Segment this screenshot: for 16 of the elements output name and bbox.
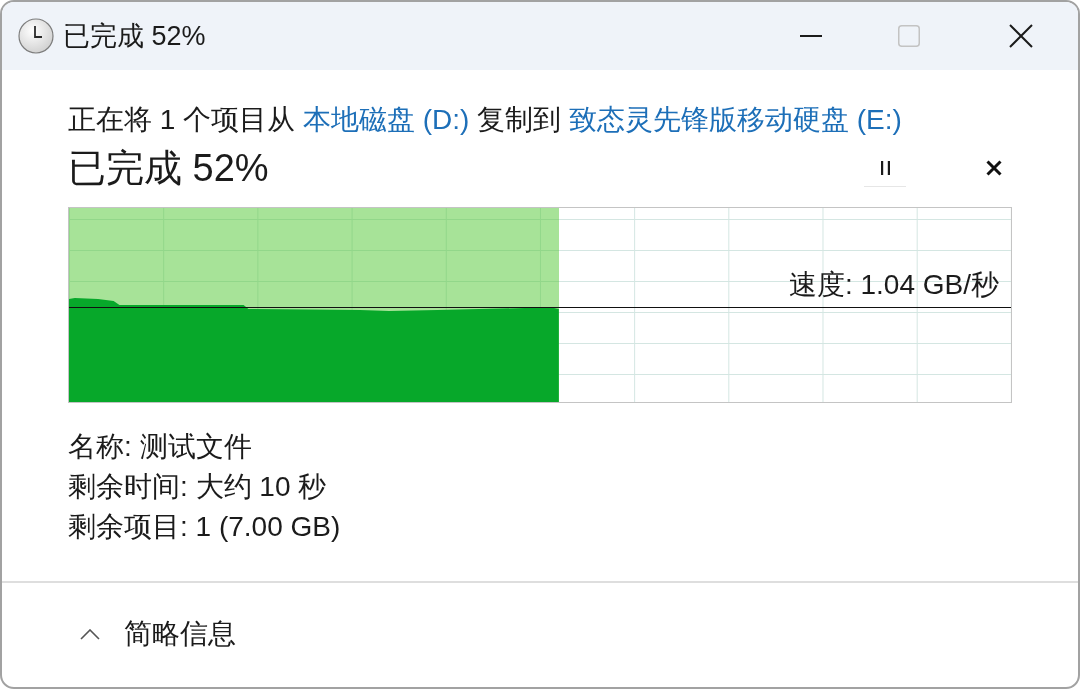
progress-title: 已完成 52% xyxy=(68,146,270,190)
detail-text: 剩余项目: 1 (7.00 GB) xyxy=(68,510,342,544)
pause-icon xyxy=(880,160,890,175)
drive-link[interactable]: 本地磁盘 (D:) xyxy=(302,104,470,135)
detail-text: 剩余时间: 大约 10 秒 xyxy=(68,470,328,504)
close-icon xyxy=(986,160,1002,176)
clock-icon xyxy=(18,18,54,54)
minimize-icon xyxy=(800,35,822,37)
close-icon xyxy=(1009,24,1033,48)
detail-text: 名称: 测试文件 xyxy=(68,430,253,464)
details-toggle[interactable]: 简略信息 xyxy=(80,617,236,651)
copy-description: 正在将 1 个项目从 本地磁盘 (D:) 复制到 致态灵先锋版移动硬盘 (E:) xyxy=(68,103,903,137)
window-title: 已完成 52% xyxy=(63,20,207,53)
maximize-icon xyxy=(898,25,920,47)
speed-label: 速度: 1.04 GB/秒 xyxy=(788,268,999,302)
drive-link[interactable]: 致态灵先锋版移动硬盘 (E:) xyxy=(568,104,902,135)
